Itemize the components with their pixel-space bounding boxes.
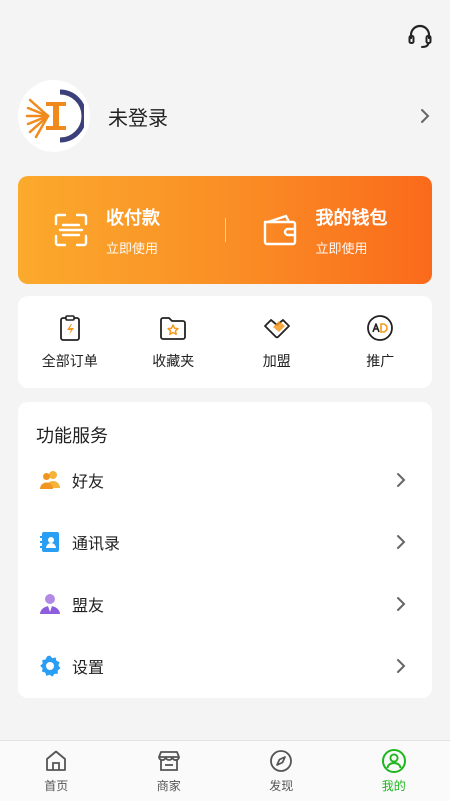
collect-pay-title: 收付款 xyxy=(106,204,160,230)
wallet-icon xyxy=(262,213,298,247)
tab-mine[interactable]: 我的 xyxy=(338,741,450,801)
wallet-title: 我的钱包 xyxy=(316,204,388,230)
favorites-button[interactable]: 收藏夹 xyxy=(122,296,226,388)
customer-service-headset-icon[interactable] xyxy=(406,22,434,50)
service-row-allies[interactable]: 盟友 xyxy=(18,580,432,628)
service-row-label: 设置 xyxy=(72,654,394,678)
chevron-right-icon xyxy=(394,470,408,490)
service-row-settings[interactable]: 设置 xyxy=(18,642,432,690)
all-orders-button[interactable]: 全部订单 xyxy=(18,296,122,388)
collect-pay-button[interactable]: 收付款 立即使用 xyxy=(18,204,225,257)
ally-icon xyxy=(38,592,62,616)
service-row-label: 盟友 xyxy=(72,592,394,616)
brand-logo-icon xyxy=(24,86,84,146)
services-title: 功能服务 xyxy=(36,422,108,448)
tab-label: 发现 xyxy=(269,777,293,794)
favorites-folder-icon xyxy=(158,313,188,343)
chevron-right-icon xyxy=(418,106,432,126)
wallet-button[interactable]: 我的钱包 立即使用 xyxy=(226,204,433,257)
tab-home[interactable]: 首页 xyxy=(0,741,113,801)
tab-discover[interactable]: 发现 xyxy=(225,741,338,801)
bottom-tab-bar: 首页 商家 发现 我的 xyxy=(0,740,450,801)
quick-action-label: 推广 xyxy=(366,351,394,371)
services-panel: 功能服务 好友 通讯录 盟友 xyxy=(18,402,432,698)
settings-gear-icon xyxy=(38,654,62,678)
contacts-icon xyxy=(38,530,62,554)
collect-pay-subtitle: 立即使用 xyxy=(106,238,160,257)
chevron-right-icon xyxy=(394,532,408,552)
service-row-friends[interactable]: 好友 xyxy=(18,456,432,504)
chevron-right-icon xyxy=(394,594,408,614)
promotion-button[interactable]: 推广 xyxy=(329,296,433,388)
tab-merchants[interactable]: 商家 xyxy=(113,741,226,801)
friends-icon xyxy=(38,468,62,492)
home-icon xyxy=(43,748,69,774)
ad-icon xyxy=(365,313,395,343)
chevron-right-icon xyxy=(394,656,408,676)
wallet-subtitle: 立即使用 xyxy=(316,238,388,257)
store-icon xyxy=(156,748,182,774)
service-row-contacts[interactable]: 通讯录 xyxy=(18,518,432,566)
scan-icon xyxy=(54,213,88,247)
quick-action-label: 全部订单 xyxy=(42,351,98,371)
quick-action-label: 加盟 xyxy=(263,351,291,371)
tab-label: 我的 xyxy=(382,777,406,794)
quick-action-label: 收藏夹 xyxy=(152,351,194,371)
login-status-label[interactable]: 未登录 xyxy=(108,102,418,131)
order-icon xyxy=(55,313,85,343)
service-row-label: 通讯录 xyxy=(72,530,394,554)
profile-row[interactable]: 未登录 xyxy=(18,80,432,152)
join-franchise-button[interactable]: 加盟 xyxy=(225,296,329,388)
avatar xyxy=(18,80,90,152)
handshake-icon xyxy=(262,313,292,343)
quick-actions: 全部订单 收藏夹 加盟 推广 xyxy=(18,296,432,388)
tab-label: 首页 xyxy=(44,777,68,794)
service-row-label: 好友 xyxy=(72,468,394,492)
user-icon xyxy=(381,748,407,774)
payment-card: 收付款 立即使用 我的钱包 立即使用 xyxy=(18,176,432,284)
tab-label: 商家 xyxy=(157,777,181,794)
compass-icon xyxy=(268,748,294,774)
